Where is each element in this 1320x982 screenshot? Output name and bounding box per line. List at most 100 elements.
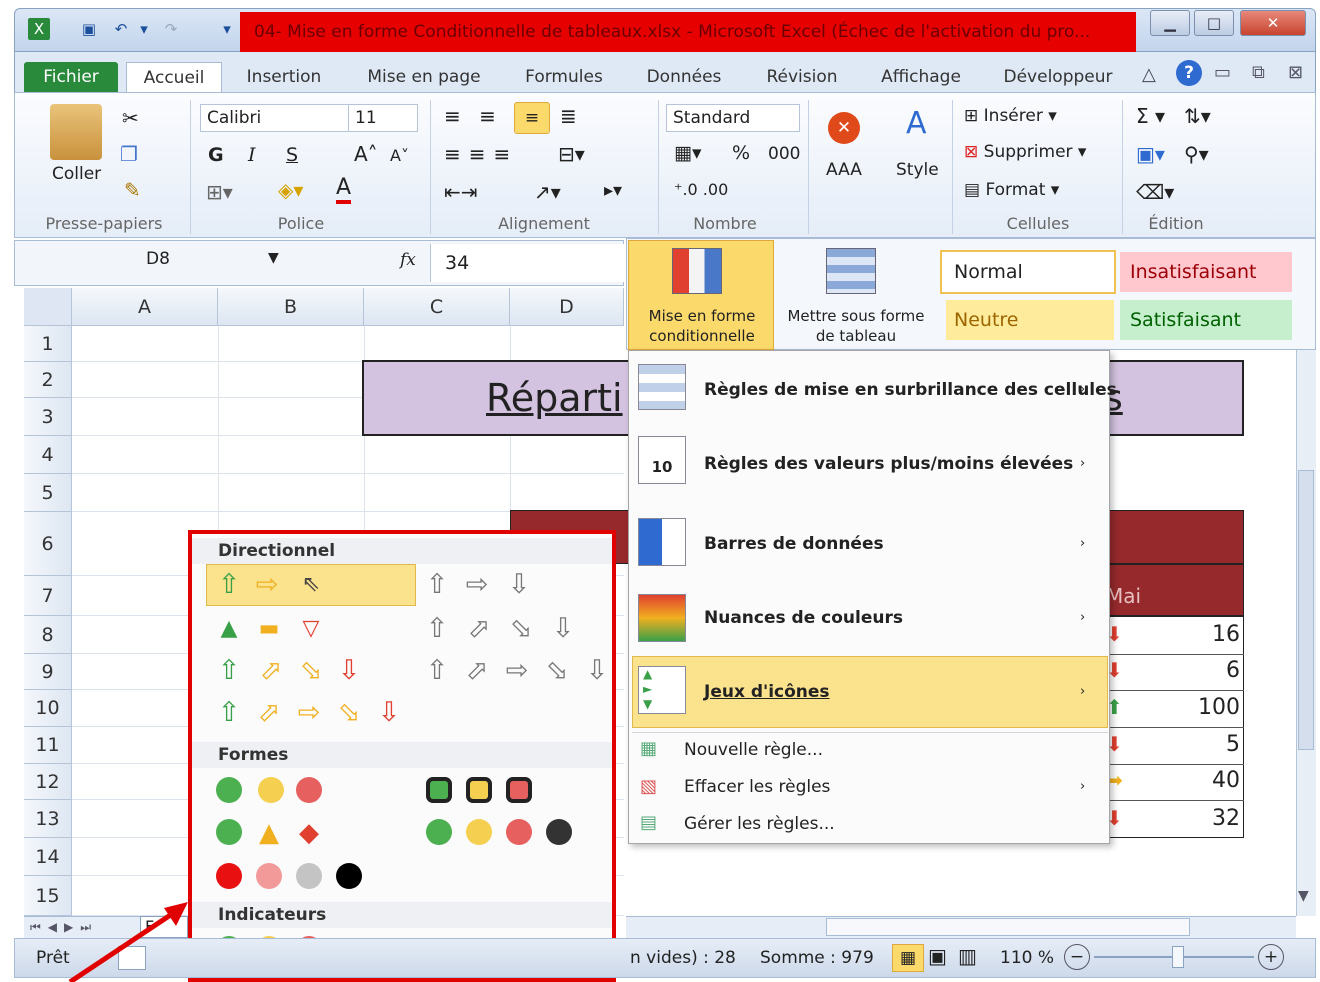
scroll-down-icon[interactable]: ▼ <box>1298 888 1309 904</box>
indent-icons[interactable]: ⇤⇥ <box>444 180 478 204</box>
tab-data[interactable]: Données <box>636 62 732 92</box>
zoom-out-button[interactable]: − <box>1064 944 1090 970</box>
cut-icon[interactable]: ✂ <box>122 106 139 130</box>
orientation-icon[interactable]: ≣ <box>560 104 577 128</box>
row-header[interactable]: 1 <box>24 326 72 362</box>
fx-icon[interactable]: fx <box>400 250 416 270</box>
style-neutral[interactable]: Neutre <box>946 300 1114 340</box>
borders-icon[interactable]: ⊞▾ <box>206 180 233 204</box>
undo-icon[interactable]: ↶ <box>110 18 132 40</box>
window-minimize-icon[interactable]: ▭ <box>1214 62 1231 83</box>
currency-icon[interactable]: ▦▾ <box>674 142 702 164</box>
row-header[interactable]: 4 <box>24 436 72 474</box>
help-icon[interactable]: ? <box>1176 60 1202 86</box>
customize-quick-access-icon[interactable]: ▾ <box>216 18 238 40</box>
name-box[interactable]: D8 <box>24 246 286 274</box>
font-size-select[interactable]: 11 <box>348 104 418 132</box>
paste-icon[interactable] <box>50 104 102 160</box>
column-header-b[interactable]: B <box>218 288 364 326</box>
shrink-font-icon[interactable]: A˅ <box>390 146 409 165</box>
close-button[interactable]: ✕ <box>1240 10 1306 36</box>
copy-icon[interactable]: ❐ <box>120 142 138 166</box>
scrollbar-thumb[interactable] <box>1298 470 1314 750</box>
window-restore-icon[interactable]: ⧉ <box>1252 62 1265 83</box>
delete-cells-button[interactable]: ⊠ Supprimer ▾ <box>964 142 1086 162</box>
page-break-view-button[interactable]: ▥ <box>958 944 977 968</box>
sort-filter-icon[interactable]: ⇅▾ <box>1184 104 1211 128</box>
minimize-button[interactable]: ▁ <box>1150 10 1190 36</box>
cell-value[interactable]: 100 <box>1140 695 1240 720</box>
row-header[interactable]: 10 <box>24 690 72 727</box>
zoom-slider-thumb[interactable] <box>1172 946 1184 968</box>
zoom-in-button[interactable]: + <box>1258 944 1284 970</box>
fill-icon[interactable]: ▣▾ <box>1136 142 1165 166</box>
menu-manage-rules[interactable]: Gérer les règles... <box>684 814 835 834</box>
format-as-table-label[interactable]: Mettre sous forme de tableau <box>776 306 936 346</box>
menu-color-scales[interactable]: Nuances de couleurs <box>704 608 903 628</box>
clear-icon[interactable]: ⌫▾ <box>1136 180 1174 204</box>
column-header-a[interactable]: A <box>72 288 218 326</box>
format-painter-icon[interactable]: ✎ <box>124 178 141 202</box>
window-close-icon[interactable]: ⊠ <box>1288 62 1303 83</box>
horizontal-scrollbar-thumb[interactable] <box>826 918 1190 936</box>
column-header-c[interactable]: C <box>364 288 510 326</box>
row-header[interactable]: 3 <box>24 398 72 436</box>
cell-value[interactable]: 6 <box>1140 658 1240 683</box>
normal-view-button[interactable]: ▦ <box>892 944 924 972</box>
merge-icon[interactable]: ⊟▾ <box>558 142 585 166</box>
underline-button[interactable]: S <box>286 144 298 166</box>
cell-value[interactable]: 32 <box>1140 806 1240 831</box>
select-all-button[interactable] <box>24 288 72 326</box>
tab-review[interactable]: Révision <box>752 62 852 92</box>
italic-button[interactable]: I <box>248 144 256 166</box>
row-header[interactable]: 2 <box>24 362 72 398</box>
font-name-select[interactable]: Calibri <box>200 104 350 132</box>
formula-input[interactable]: 34 <box>430 244 624 282</box>
menu-clear-rules[interactable]: Effacer les règles <box>684 777 830 797</box>
column-header-d[interactable]: D <box>510 288 624 326</box>
number-format-select[interactable]: Standard <box>666 104 800 132</box>
row-header[interactable]: 11 <box>24 727 72 764</box>
row-header[interactable]: 8 <box>24 616 72 654</box>
style-label[interactable]: Style <box>896 160 939 180</box>
menu-data-bars[interactable]: Barres de données <box>704 534 884 554</box>
row-header[interactable]: 6 <box>24 512 72 576</box>
text-direction-icon[interactable]: ↗▾ <box>534 180 561 204</box>
decimal-icons[interactable]: ⁺.0 .00 <box>674 180 728 199</box>
row-header[interactable]: 12 <box>24 764 72 800</box>
maximize-button[interactable]: □ <box>1194 10 1234 36</box>
row-header[interactable]: 14 <box>24 838 72 876</box>
page-layout-view-button[interactable]: ▣ <box>928 944 947 968</box>
row-header[interactable]: 9 <box>24 654 72 690</box>
autosum-icon[interactable]: Σ ▾ <box>1136 104 1165 128</box>
menu-highlight-rules[interactable]: Règles de mise en surbrillance des cellu… <box>704 380 1117 400</box>
menu-icon-sets[interactable]: Jeux d'icônes <box>704 682 830 702</box>
wrap-icon[interactable]: ▸▾ <box>604 180 622 201</box>
name-box-dropdown-icon[interactable]: ▼ <box>268 250 279 266</box>
percent-icon[interactable]: % <box>732 142 750 164</box>
paste-label[interactable]: Coller <box>52 164 101 184</box>
zoom-level[interactable]: 110 % <box>1000 948 1054 968</box>
error-icon[interactable]: ✕ <box>828 112 860 144</box>
tab-formulas[interactable]: Formules <box>512 62 616 92</box>
tab-insert[interactable]: Insertion <box>232 62 336 92</box>
find-icon[interactable]: ⚲▾ <box>1184 142 1209 166</box>
save-icon[interactable]: ▣ <box>78 18 100 40</box>
font-color-icon[interactable]: A <box>336 176 352 204</box>
insert-cells-button[interactable]: ⊞ Insérer ▾ <box>964 106 1057 126</box>
menu-top-bottom-rules[interactable]: Règles des valeurs plus/moins élevées <box>704 454 1073 474</box>
menu-new-rule[interactable]: Nouvelle règle... <box>684 740 823 760</box>
tab-page-layout[interactable]: Mise en page <box>356 62 492 92</box>
vertical-align-icons[interactable]: ≡ ≡ <box>444 104 502 128</box>
tab-developer[interactable]: Développeur <box>992 62 1124 92</box>
format-as-table-icon[interactable] <box>826 248 876 294</box>
style-normal[interactable]: Normal <box>940 250 1116 294</box>
horizontal-align-icons[interactable]: ≡≡≡ <box>444 142 518 166</box>
tab-file[interactable]: Fichier <box>24 62 118 92</box>
style-bad[interactable]: Insatisfaisant <box>1120 252 1292 292</box>
tab-view[interactable]: Affichage <box>868 62 974 92</box>
aaa-label[interactable]: AAA <box>826 160 862 180</box>
thousands-icon[interactable]: 000 <box>768 144 800 164</box>
row-header[interactable]: 7 <box>24 576 72 616</box>
grow-font-icon[interactable]: A˄ <box>354 142 378 166</box>
